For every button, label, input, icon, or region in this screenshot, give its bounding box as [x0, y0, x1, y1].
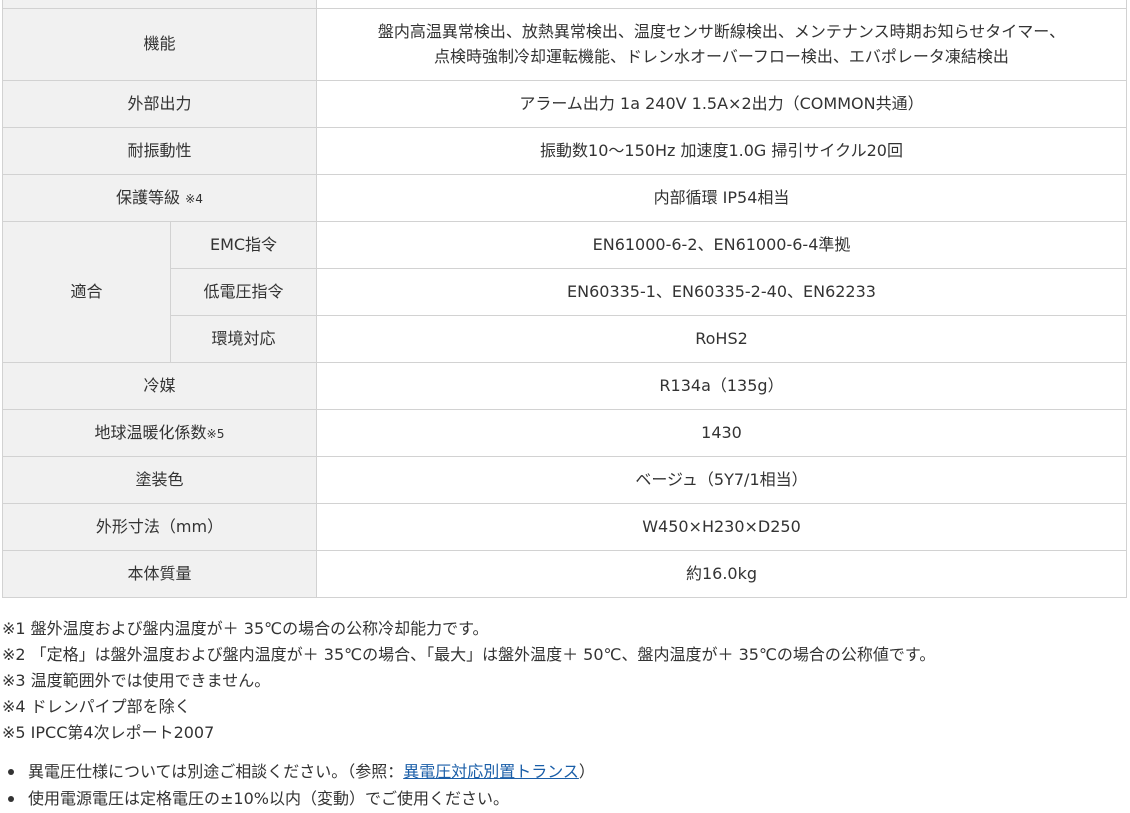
- footnotes: ※1 盤外温度および盤内温度が＋ 35℃の場合の公称冷却能力です。 ※2 「定格…: [2, 616, 935, 746]
- table-row: 保護等級 ※4 内部循環 IP54相当: [2, 174, 1127, 222]
- row-value: W450×H230×D250: [316, 503, 1127, 551]
- value-line: 点検時強制冷却運転機能、ドレン水オーバーフロー検出、エバポレータ凍結検出: [434, 46, 1009, 66]
- list-item-text: 異電圧仕様については別途ご相談ください。（参照：: [28, 762, 404, 781]
- spec-table: 機能 盤内高温異常検出、放熱異常検出、温度センサ断線検出、メンテナンス時期お知ら…: [2, 0, 1127, 598]
- row-header: 機能: [2, 8, 317, 81]
- table-row: [2, 0, 1127, 9]
- bullet-icon: [8, 796, 14, 802]
- row-value: R134a（135g）: [316, 362, 1127, 410]
- footnote-marker: ※4: [185, 191, 204, 206]
- footnote: ※1 盤外温度および盤内温度が＋ 35℃の場合の公称冷却能力です。: [2, 619, 489, 638]
- row-header: 保護等級 ※4: [2, 174, 317, 222]
- footnote: ※4 ドレンパイプ部を除く: [2, 697, 191, 716]
- row-header: 塗装色: [2, 456, 317, 504]
- row-value: 盤内高温異常検出、放熱異常検出、温度センサ断線検出、メンテナンス時期お知らせタイ…: [316, 8, 1127, 81]
- sub-header: EMC指令: [170, 221, 317, 269]
- table-row: 本体質量 約16.0kg: [2, 550, 1127, 598]
- transformer-link[interactable]: 異電圧対応別置トランス: [403, 762, 579, 781]
- list-item: 使用電源電圧は定格電圧の±10%以内（変動）でご使用ください。: [2, 785, 595, 812]
- row-value: 約16.0kg: [316, 550, 1127, 598]
- table-row: 外形寸法（mm） W450×H230×D250: [2, 503, 1127, 551]
- row-header: 本体質量: [2, 550, 317, 598]
- row-value: ベージュ（5Y7/1相当）: [316, 456, 1127, 504]
- table-row: 冷媒 R134a（135g）: [2, 362, 1127, 410]
- row-header: 耐振動性: [2, 127, 317, 175]
- bullet-list: 異電圧仕様については別途ご相談ください。（参照：異電圧対応別置トランス） 使用電…: [2, 758, 595, 812]
- table-row: 適合 EMC指令 EN61000-6-2、EN61000-6-4準拠: [2, 221, 1127, 363]
- row-header-label: 地球温暖化係数: [94, 422, 207, 442]
- table-row: 機能 盤内高温異常検出、放熱異常検出、温度センサ断線検出、メンテナンス時期お知ら…: [2, 8, 1127, 81]
- list-item-text: 使用電源電圧は定格電圧の±10%以内（変動）でご使用ください。: [28, 789, 509, 808]
- row-value: EN60335-1、EN60335-2-40、EN62233: [316, 268, 1127, 316]
- row-value: RoHS2: [316, 315, 1127, 363]
- table-row: 外部出力 アラーム出力 1a 240V 1.5A×2出力（COMMON共通）: [2, 80, 1127, 128]
- sub-header: 環境対応: [170, 315, 317, 363]
- table-row: 地球温暖化係数※5 1430: [2, 409, 1127, 457]
- list-item-text: ）: [578, 762, 595, 781]
- row-header: 地球温暖化係数※5: [2, 409, 317, 457]
- row-value: 内部循環 IP54相当: [316, 174, 1127, 222]
- row-header-label: 保護等級: [115, 187, 180, 207]
- row-header: 外部出力: [2, 80, 317, 128]
- group-header: 適合: [2, 221, 171, 363]
- list-item: 異電圧仕様については別途ご相談ください。（参照：異電圧対応別置トランス）: [2, 758, 595, 785]
- table-row: 環境対応 RoHS2: [3, 315, 1127, 363]
- row-value: アラーム出力 1a 240V 1.5A×2出力（COMMON共通）: [316, 80, 1127, 128]
- row-header: 冷媒: [2, 362, 317, 410]
- table-row: 低電圧指令 EN60335-1、EN60335-2-40、EN62233: [3, 268, 1127, 316]
- footnote: ※2 「定格」は盤外温度および盤内温度が＋ 35℃の場合、「最大」は盤外温度＋ …: [2, 645, 936, 664]
- table-row: 塗装色 ベージュ（5Y7/1相当）: [2, 456, 1127, 504]
- table-row: 耐振動性 振動数10～150Hz 加速度1.0G 掃引サイクル20回: [2, 127, 1127, 175]
- footnote: ※3 温度範囲外では使用できません。: [2, 671, 271, 690]
- row-value: 1430: [316, 409, 1127, 457]
- row-header: 外形寸法（mm）: [2, 503, 317, 551]
- row-value: [316, 0, 1127, 9]
- row-value: EN61000-6-2、EN61000-6-4準拠: [316, 221, 1127, 269]
- sub-header: 低電圧指令: [170, 268, 317, 316]
- row-header: [2, 0, 317, 9]
- footnote: ※5 IPCC第4次レポート2007: [2, 723, 215, 742]
- bullet-icon: [8, 769, 14, 775]
- value-line: 盤内高温異常検出、放熱異常検出、温度センサ断線検出、メンテナンス時期お知らせタイ…: [377, 21, 1066, 41]
- footnote-marker: ※5: [206, 426, 225, 441]
- row-value: 振動数10～150Hz 加速度1.0G 掃引サイクル20回: [316, 127, 1127, 175]
